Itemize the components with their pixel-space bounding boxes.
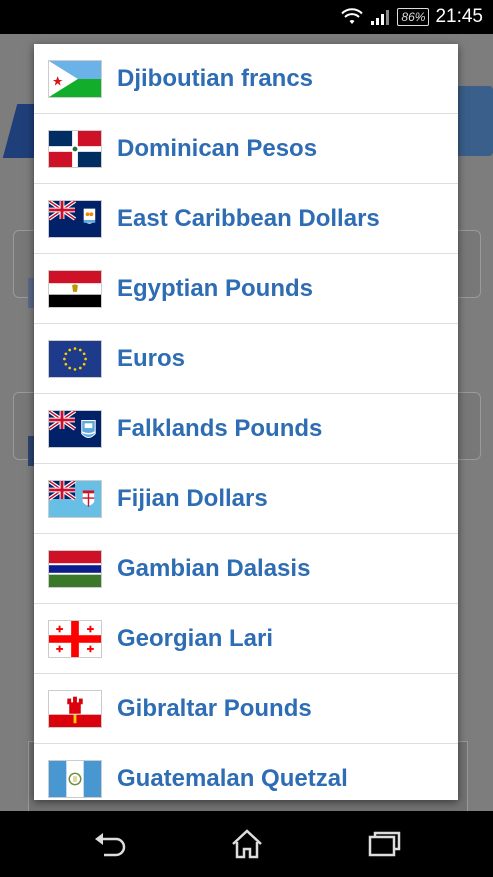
navigation-bar — [0, 811, 493, 877]
currency-label: Gibraltar Pounds — [117, 694, 312, 722]
calculator-icon — [455, 86, 493, 156]
gibraltar-flag-icon — [48, 689, 102, 728]
currency-label: Fijian Dollars — [117, 484, 268, 512]
list-item[interactable]: Guatemalan Quetzal — [34, 744, 458, 800]
list-item[interactable]: Gambian Dalasis — [34, 534, 458, 604]
status-bar: 86% 21:45 — [0, 0, 493, 34]
currency-label: Egyptian Pounds — [117, 274, 314, 302]
fiji-flag-icon — [48, 479, 102, 518]
dominican-republic-flag-icon — [48, 129, 102, 168]
home-icon[interactable] — [227, 827, 267, 861]
list-item[interactable]: Djiboutian francs — [34, 44, 458, 114]
gambia-flag-icon — [48, 549, 102, 588]
list-item[interactable]: Fijian Dollars — [34, 464, 458, 534]
anguilla-flag-icon — [48, 199, 102, 238]
currency-label: Gambian Dalasis — [117, 554, 311, 582]
egypt-flag-icon — [48, 269, 102, 308]
signal-icon — [371, 10, 390, 25]
djibouti-flag-icon — [48, 59, 102, 98]
list-item[interactable]: Euros — [34, 324, 458, 394]
list-item[interactable]: Falklands Pounds — [34, 394, 458, 464]
back-icon[interactable] — [90, 827, 130, 861]
currency-label: Euros — [117, 344, 186, 372]
currency-label: Guatemalan Quetzal — [117, 764, 348, 792]
list-item[interactable]: East Caribbean Dollars — [34, 184, 458, 254]
currency-label: Dominican Pesos — [117, 134, 318, 162]
recent-apps-icon[interactable] — [364, 827, 404, 861]
currency-picker-dialog: Djiboutian francs Dominican Pesos East C… — [34, 44, 458, 800]
currency-label: Georgian Lari — [117, 624, 274, 652]
battery-icon: 86% — [397, 8, 430, 26]
currency-label: Djiboutian francs — [117, 64, 314, 92]
currency-label: East Caribbean Dollars — [117, 204, 380, 232]
eu-flag-icon — [48, 339, 102, 378]
status-time: 21:45 — [435, 6, 483, 27]
currency-label: Falklands Pounds — [117, 414, 323, 442]
falklands-flag-icon — [48, 409, 102, 448]
georgia-flag-icon — [48, 619, 102, 658]
guatemala-flag-icon — [48, 759, 102, 798]
list-item[interactable]: Dominican Pesos — [34, 114, 458, 184]
wifi-icon — [341, 8, 364, 24]
list-item[interactable]: Georgian Lari — [34, 604, 458, 674]
list-item[interactable]: Gibraltar Pounds — [34, 674, 458, 744]
status-icons: 86% 21:45 — [341, 0, 483, 34]
list-item[interactable]: Egyptian Pounds — [34, 254, 458, 324]
